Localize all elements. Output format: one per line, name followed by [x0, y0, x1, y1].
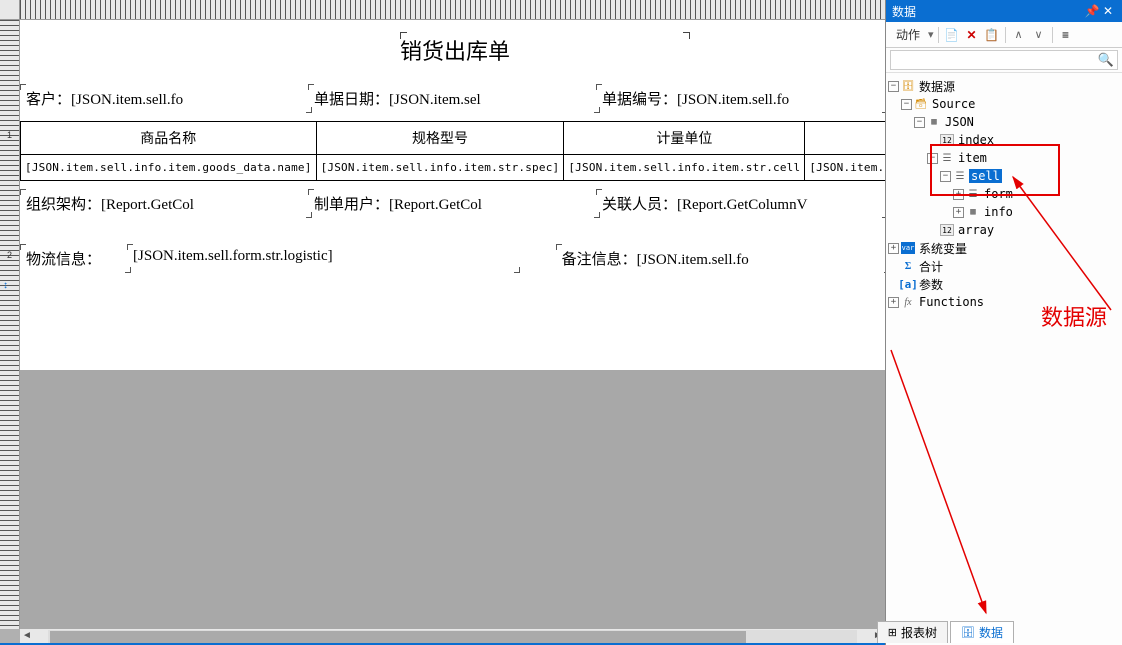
design-canvas[interactable]: 销货出库单 客户：[JSON.item.sell.fo 单据日期：[JSON.i…: [20, 20, 885, 629]
table-icon: ▦: [927, 116, 941, 128]
up-arrow-icon[interactable]: ∧: [1010, 26, 1028, 44]
customer-label: 客户：: [26, 92, 71, 108]
panel-tabs: ⊞报表树 🗄数据: [877, 621, 1016, 643]
sigma-icon: Σ: [901, 260, 915, 272]
date-value: [JSON.item.sel: [389, 92, 481, 108]
number-icon: 12: [940, 224, 954, 236]
tree-source[interactable]: −🗃Source: [888, 95, 1120, 113]
table-data-row[interactable]: [JSON.item.sell.info.item.goods_data.nam…: [21, 155, 886, 181]
remark-field[interactable]: 备注信息：[JSON.item.sell.fo: [558, 246, 885, 271]
maker-field[interactable]: 制单用户：[Report.GetCol: [310, 191, 598, 216]
tree-functions[interactable]: +fxFunctions: [888, 293, 1120, 311]
table-icon: ▦: [966, 206, 980, 218]
data-panel: 数据 📌 ✕ 动作▾ 📄 ✕ 📋 ∧ ∨ ≡ 🔍 −🗄数据源 −🗃Source: [885, 0, 1122, 645]
scroll-left-icon[interactable]: ◄: [20, 630, 34, 644]
dict-icon: ☰: [940, 152, 954, 164]
collapse-icon[interactable]: −: [914, 117, 925, 128]
report-table[interactable]: 商品名称 规格型号 计量单位 仓库 [JSON.item.sell.info.i…: [20, 121, 885, 181]
col-spec[interactable]: 规格型号: [316, 122, 564, 155]
expand-icon[interactable]: +: [888, 297, 899, 308]
doc-field[interactable]: 单据编号：[JSON.item.sell.fo: [598, 86, 885, 111]
col-warehouse[interactable]: 仓库: [805, 122, 885, 155]
resize-handle-icon[interactable]: ↕: [3, 280, 17, 290]
doc-value: [JSON.item.sell.fo: [677, 92, 789, 108]
tree-params[interactable]: [a]参数: [888, 275, 1120, 293]
tree-index[interactable]: 12index: [888, 131, 1120, 149]
tree-array[interactable]: 12array: [888, 221, 1120, 239]
parameter-icon: [a]: [901, 278, 915, 290]
number-icon: 12: [940, 134, 954, 146]
customer-value: [JSON.item.sell.fo: [71, 92, 183, 108]
scroll-track[interactable]: [48, 630, 857, 644]
expand-icon[interactable]: +: [953, 207, 964, 218]
ruler-corner: [0, 0, 20, 20]
vertical-ruler[interactable]: 1 2 ↕: [0, 20, 20, 629]
tree-root[interactable]: −🗄数据源: [888, 77, 1120, 95]
collapse-icon[interactable]: −: [940, 171, 951, 182]
report-page[interactable]: 销货出库单 客户：[JSON.item.sell.fo 单据日期：[JSON.i…: [20, 20, 885, 370]
action-dropdown[interactable]: 动作: [890, 24, 926, 45]
search-input[interactable]: [890, 50, 1118, 70]
menu-icon[interactable]: ≡: [1057, 26, 1075, 44]
panel-title: 数据: [892, 3, 1084, 20]
panel-toolbar: 动作▾ 📄 ✕ 📋 ∧ ∨ ≡: [886, 22, 1122, 48]
collapse-icon[interactable]: −: [901, 99, 912, 110]
related-field[interactable]: 关联人员：[Report.GetColumnV: [598, 191, 885, 216]
logistic-label-block[interactable]: 物流信息：: [22, 246, 129, 271]
dropdown-icon[interactable]: ▾: [928, 28, 934, 41]
data-tab-icon: 🗄: [961, 626, 975, 639]
panel-header[interactable]: 数据 📌 ✕: [886, 0, 1122, 22]
cell-warehouse[interactable]: [JSON.item.sell.info.item.warehouse_data…: [805, 155, 885, 181]
variable-icon: var: [901, 242, 915, 254]
dict-icon: ☰: [953, 170, 967, 182]
report-title[interactable]: 销货出库单: [20, 20, 885, 80]
cell-goods[interactable]: [JSON.item.sell.info.item.goods_data.nam…: [21, 155, 317, 181]
scroll-thumb[interactable]: [50, 631, 746, 643]
cell-unit[interactable]: [JSON.item.sell.info.item.str.cell: [564, 155, 805, 181]
data-tree[interactable]: −🗄数据源 −🗃Source −▦JSON 12index −☰item −☰s…: [886, 73, 1122, 645]
table-header-row[interactable]: 商品名称 规格型号 计量单位 仓库: [21, 122, 886, 155]
doc-label: 单据编号：: [602, 92, 677, 108]
paste-icon[interactable]: 📋: [983, 26, 1001, 44]
report-designer: 1 2 ↕ 销货出库单 客户：[JSON.item.sell.fo 单据日期：[…: [0, 0, 885, 645]
tree-json[interactable]: −▦JSON: [888, 113, 1120, 131]
collapse-icon[interactable]: −: [888, 81, 899, 92]
customer-field[interactable]: 客户：[JSON.item.sell.fo: [22, 86, 310, 111]
fx-icon: fx: [901, 296, 915, 308]
tree-item[interactable]: −☰item: [888, 149, 1120, 167]
expand-icon[interactable]: +: [953, 189, 964, 200]
tree-sum[interactable]: Σ合计: [888, 257, 1120, 275]
dict-icon: ☰: [966, 188, 980, 200]
col-unit[interactable]: 计量单位: [564, 122, 805, 155]
search-icon[interactable]: 🔍: [1098, 52, 1114, 68]
pin-icon[interactable]: 📌: [1084, 4, 1100, 18]
tree-form[interactable]: +☰form: [888, 185, 1120, 203]
datasource-icon: 🗃: [914, 98, 928, 110]
collapse-icon[interactable]: −: [927, 153, 938, 164]
delete-icon[interactable]: ✕: [963, 26, 981, 44]
expand-icon[interactable]: +: [888, 243, 899, 254]
org-field[interactable]: 组织架构：[Report.GetCol: [22, 191, 310, 216]
down-arrow-icon[interactable]: ∨: [1030, 26, 1048, 44]
tab-report-tree[interactable]: ⊞报表树: [877, 621, 948, 643]
logistic-field[interactable]: [JSON.item.sell.form.str.logistic]: [129, 246, 518, 271]
tree-tab-icon: ⊞: [888, 626, 897, 639]
cell-spec[interactable]: [JSON.item.sell.info.item.str.spec]: [316, 155, 564, 181]
close-icon[interactable]: ✕: [1100, 4, 1116, 18]
tab-data[interactable]: 🗄数据: [950, 621, 1014, 643]
col-goods[interactable]: 商品名称: [21, 122, 317, 155]
horizontal-ruler[interactable]: [20, 0, 885, 20]
tree-vars[interactable]: +var系统变量: [888, 239, 1120, 257]
panel-search: 🔍: [886, 48, 1122, 73]
new-icon[interactable]: 📄: [943, 26, 961, 44]
date-label: 单据日期：: [314, 92, 389, 108]
tree-info[interactable]: +▦info: [888, 203, 1120, 221]
tree-sell[interactable]: −☰sell: [888, 167, 1120, 185]
database-icon: 🗄: [901, 80, 915, 92]
date-field[interactable]: 单据日期：[JSON.item.sel: [310, 86, 598, 111]
